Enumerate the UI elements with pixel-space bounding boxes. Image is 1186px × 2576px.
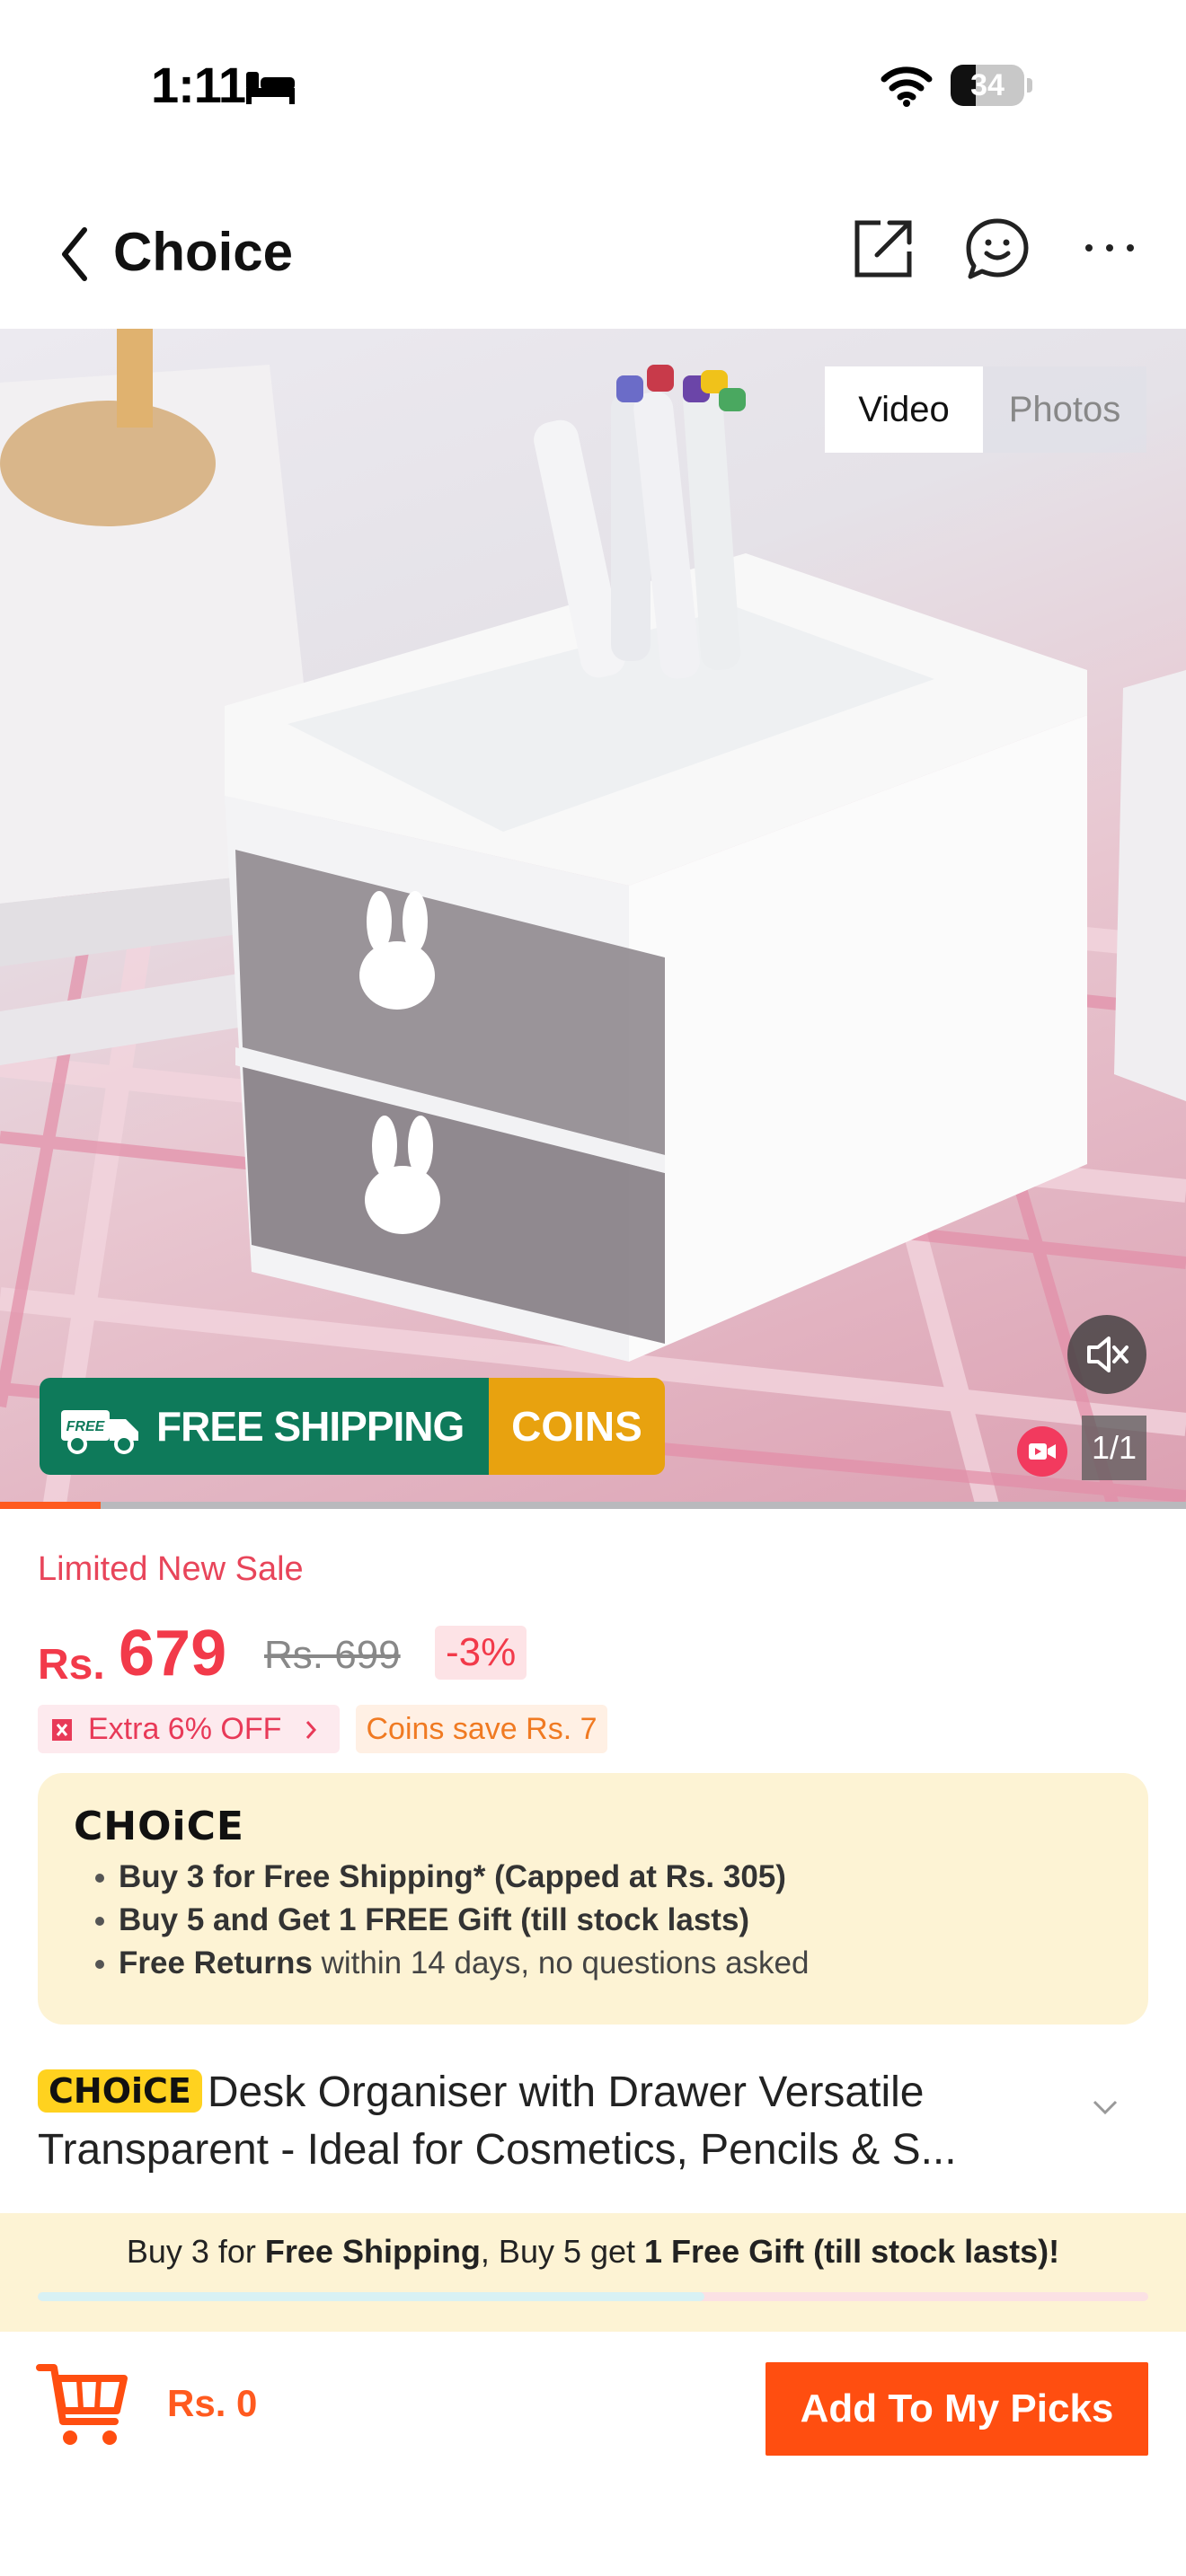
discount-badge: -3% (435, 1626, 527, 1680)
promo-progress-fill (38, 2292, 704, 2301)
current-price: 679 (119, 1618, 227, 1689)
back-icon[interactable] (56, 223, 95, 286)
media-counter: 1/1 (1082, 1416, 1146, 1480)
mute-button[interactable] (1067, 1315, 1146, 1394)
promo-text: Buy 3 for Free Shipping, Buy 5 get 1 Fre… (126, 2233, 1060, 2270)
mute-icon (1087, 1337, 1128, 1372)
page-title: Choice (113, 222, 294, 282)
app-header: Choice (0, 196, 1186, 313)
free-shipping-banner: FREE FREE SHIPPING COINS (40, 1378, 665, 1475)
cart-icon[interactable] (36, 2359, 129, 2448)
wifi-icon (881, 66, 933, 107)
product-image (0, 329, 1186, 1509)
tab-video[interactable]: Video (825, 366, 983, 453)
chevron-down-icon[interactable] (1091, 2098, 1120, 2116)
chevron-right-icon (305, 1721, 317, 1739)
choice-logo: CHOiCE (74, 1804, 244, 1849)
status-bar: 1:11 34 (0, 0, 1186, 171)
coupon-icon (52, 1719, 72, 1741)
coins-label: COINS (489, 1378, 665, 1475)
benefit-list: Buy 3 for Free Shipping* (Capped at Rs. … (94, 1856, 809, 1985)
video-badge-icon (1029, 1443, 1056, 1460)
extra-off-label: Extra 6% OFF (88, 1712, 282, 1746)
choice-benefits: CHOiCE Buy 3 for Free Shipping* (Capped … (38, 1773, 1148, 2025)
promo-progress (38, 2292, 1148, 2301)
video-badge[interactable] (1017, 1426, 1067, 1477)
cart-total: Rs. 0 (167, 2382, 258, 2424)
free-tag: FREE (66, 1419, 106, 1434)
sale-label: Limited New Sale (38, 1550, 304, 1588)
more-icon[interactable] (1082, 241, 1137, 255)
extra-off-chip[interactable]: Extra 6% OFF (38, 1705, 340, 1753)
choice-tag: CHOiCE (38, 2069, 202, 2113)
tab-photos[interactable]: Photos (983, 366, 1146, 453)
coins-save-chip: Coins save Rs. 7 (356, 1705, 607, 1753)
add-to-picks-button[interactable]: Add To My Picks (766, 2362, 1148, 2456)
title-line-2: Transparent - Ideal for Cosmetics, Penci… (38, 2126, 957, 2174)
free-shipping-label: FREE SHIPPING (156, 1403, 465, 1450)
battery-icon: 34 (951, 65, 1032, 106)
status-time: 1:11 (151, 57, 246, 113)
promo-bar: Buy 3 for Free Shipping, Buy 5 get 1 Fre… (0, 2213, 1186, 2332)
product-title[interactable]: CHOiCE Desk Organiser with Drawer Versati… (38, 2064, 1080, 2179)
truck-icon: FREE (61, 1410, 138, 1454)
media-tabs: Video Photos (825, 366, 1146, 453)
video-progress-fill (0, 1502, 102, 1509)
benefit-item: Buy 5 and Get 1 FREE Gift (till stock la… (94, 1899, 809, 1942)
price-currency: Rs. (38, 1641, 105, 1689)
bed-icon (246, 72, 295, 104)
battery-level: 34 (970, 68, 1005, 102)
bottom-bar: Rs. 0 Add To My Picks (0, 2332, 1186, 2576)
video-progress[interactable] (0, 1502, 1186, 1509)
title-line-1: Desk Organiser with Drawer Versatile (207, 2069, 925, 2116)
benefit-item: Free Returns within 14 days, no question… (94, 1942, 809, 1985)
product-video[interactable]: Video Photos FREE FREE SHIPPING COINS 1/… (0, 329, 1186, 1509)
benefit-item: Buy 3 for Free Shipping* (Capped at Rs. … (94, 1856, 809, 1899)
chat-icon[interactable] (963, 216, 1031, 282)
share-icon[interactable] (850, 216, 916, 282)
original-price: Rs. 699 (264, 1633, 401, 1677)
